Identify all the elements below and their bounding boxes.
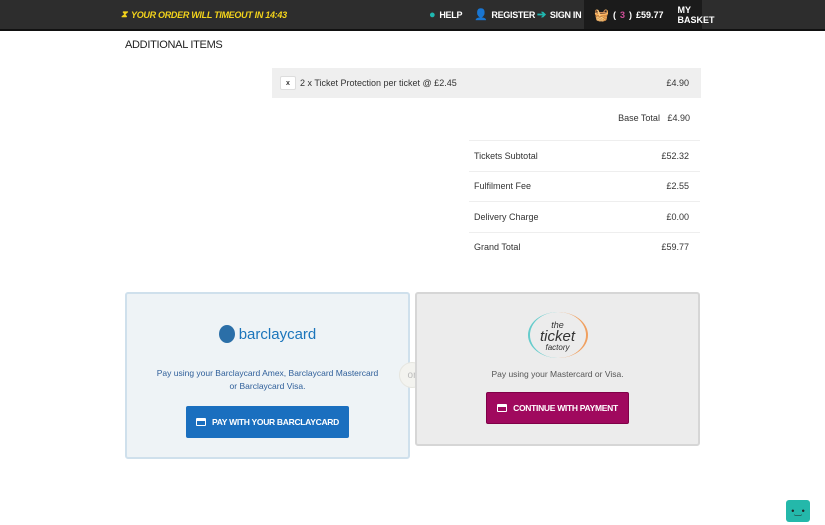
credit-card-icon bbox=[196, 418, 207, 426]
register-link[interactable]: 👤 REGISTER bbox=[474, 0, 535, 29]
row-value: £59.77 bbox=[661, 242, 689, 253]
item-amount: £4.90 bbox=[666, 78, 689, 88]
totals-row: Fulfilment Fee £2.55 bbox=[469, 170, 700, 202]
basket-icon: 🧺 bbox=[594, 7, 609, 22]
row-label: Tickets Subtotal bbox=[474, 150, 538, 161]
totals-table: Tickets Subtotal £52.32 Fulfilment Fee £2.… bbox=[469, 140, 700, 262]
base-total-value: £4.90 bbox=[667, 113, 690, 123]
ticket-factory-description: Pay using your Mastercard or Visa. bbox=[491, 369, 624, 379]
button-label: PAY WITH YOUR BARCLAYCARD bbox=[212, 417, 339, 427]
basket-paren: ( bbox=[612, 9, 616, 20]
top-bar: ⧗ YOUR ORDER WILL TIMEOUT IN 14:43 ● HELP … bbox=[0, 0, 825, 31]
order-timer: ⧗ YOUR ORDER WILL TIMEOUT IN 14:43 bbox=[121, 9, 287, 20]
base-total: Base Total £4.90 bbox=[580, 113, 690, 123]
row-label: Delivery Charge bbox=[474, 211, 539, 222]
question-icon: ● bbox=[429, 8, 436, 21]
timer-text: YOUR ORDER WILL TIMEOUT IN 14:43 bbox=[131, 9, 287, 20]
add-user-icon: 👤 bbox=[474, 9, 488, 21]
hourglass-icon: ⧗ bbox=[121, 9, 128, 19]
sign-in-link[interactable]: ➔ SIGN IN bbox=[537, 0, 582, 29]
barclaycard-logo: barclaycard bbox=[127, 325, 408, 343]
row-label: Grand Total bbox=[474, 242, 521, 253]
logo-word: ticket bbox=[539, 328, 575, 345]
basket-paren: ) bbox=[628, 9, 632, 20]
help-label: HELP bbox=[439, 9, 463, 20]
ticket-factory-logo: the ticket factory bbox=[527, 312, 588, 358]
additional-item-row: x 2 x Ticket Protection per ticket @ £2.… bbox=[272, 68, 701, 98]
section-title: ADDITIONAL ITEMS bbox=[125, 39, 223, 51]
row-label: Fulfilment Fee bbox=[474, 181, 532, 192]
ticket-factory-option: the ticket factory Pay using your Master… bbox=[415, 292, 700, 446]
help-link[interactable]: ● HELP bbox=[429, 0, 462, 29]
sign-in-label: SIGN IN bbox=[549, 9, 582, 20]
row-value: £52.32 bbox=[661, 150, 689, 161]
totals-row: Tickets Subtotal £52.32 bbox=[469, 140, 700, 171]
continue-with-payment-button[interactable]: CONTINUE WITH PAYMENT bbox=[486, 392, 629, 424]
button-label: CONTINUE WITH PAYMENT bbox=[513, 403, 618, 413]
basket-button[interactable]: 🧺 (3) £59.77 MY BASKET bbox=[584, 0, 715, 29]
pay-with-barclaycard-button[interactable]: PAY WITH YOUR BARCLAYCARD bbox=[186, 406, 349, 438]
row-value: £2.55 bbox=[666, 181, 689, 192]
basket-count: 3 bbox=[619, 9, 625, 20]
sign-in-icon: ➔ bbox=[537, 9, 546, 21]
chat-widget-button[interactable]: •‿• bbox=[786, 500, 810, 522]
base-total-label: Base Total bbox=[618, 113, 660, 123]
basket-total: £59.77 bbox=[635, 9, 664, 20]
row-value: £0.00 bbox=[666, 211, 689, 222]
register-label: REGISTER bbox=[491, 9, 536, 20]
my-basket-label: MY BASKET bbox=[677, 4, 715, 25]
totals-row: Grand Total £59.77 bbox=[469, 231, 700, 263]
smiley-icon: •‿• bbox=[791, 505, 805, 516]
barclaycard-description: Pay using your Barclaycard Amex, Barclay… bbox=[156, 368, 379, 391]
barclaycard-logo-text: barclaycard bbox=[238, 325, 317, 343]
totals-row: Delivery Charge £0.00 bbox=[469, 201, 700, 232]
logo-word: factory bbox=[545, 343, 570, 352]
remove-item-button[interactable]: x bbox=[280, 76, 296, 90]
barclaycard-option: barclaycard Pay using your Barclaycard A… bbox=[125, 292, 410, 459]
item-label: 2 x Ticket Protection per ticket @ £2.45 bbox=[300, 78, 457, 88]
eagle-icon bbox=[218, 325, 235, 343]
credit-card-icon bbox=[497, 404, 508, 412]
